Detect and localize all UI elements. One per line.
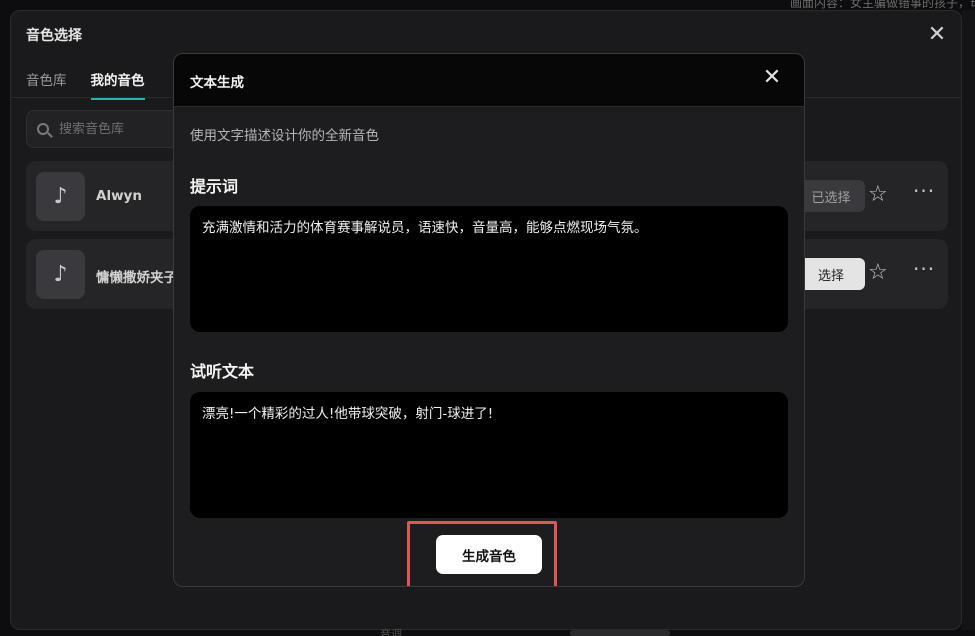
background-bar <box>570 630 670 636</box>
text-generate-dialog: 文本生成 ✕ 使用文字描述设计你的全新音色 提示词 充满激情和活力的体育赛事解说… <box>173 53 805 587</box>
search-icon <box>37 123 49 135</box>
generate-voice-button[interactable]: 生成音色 <box>436 535 542 574</box>
prompt-label: 提示词 <box>190 177 239 196</box>
more-icon[interactable]: ··· <box>913 179 935 203</box>
tab-voice-library[interactable]: 音色库 <box>26 69 67 100</box>
background-text: 音调 <box>380 628 402 636</box>
modal-title: 音色选择 <box>26 28 82 44</box>
voice-name: Alwyn <box>96 188 142 204</box>
close-icon[interactable]: ✕ <box>760 66 784 90</box>
app-root: 画面内容：女主骗做错事的孩子，母 音色选择 ✕ 音色库 我的音色 ♪ Alwyn… <box>0 0 975 636</box>
search-box <box>26 110 186 148</box>
voice-select-button[interactable]: 已选择 <box>797 180 865 212</box>
background-strip <box>962 10 975 630</box>
star-icon[interactable]: ☆ <box>868 261 888 285</box>
star-icon[interactable]: ☆ <box>868 183 888 207</box>
voice-avatar-icon: ♪ <box>36 172 85 221</box>
dialog-description: 使用文字描述设计你的全新音色 <box>190 128 379 144</box>
dialog-title: 文本生成 <box>190 75 244 91</box>
voice-name: 慵懒撒娇夹子 <box>96 270 177 286</box>
close-icon[interactable]: ✕ <box>925 23 949 47</box>
voice-avatar-icon: ♪ <box>36 250 85 299</box>
preview-text-label: 试听文本 <box>190 362 255 381</box>
dialog-header: 文本生成 ✕ <box>174 54 804 107</box>
prompt-textarea[interactable]: 充满激情和活力的体育赛事解说员，语速快，音量高，能够点燃现场气氛。 <box>190 206 788 332</box>
voice-select-button[interactable]: 选择 <box>797 258 865 290</box>
tab-bar: 音色库 我的音色 <box>26 69 145 100</box>
more-icon[interactable]: ··· <box>913 257 935 281</box>
tab-my-voices[interactable]: 我的音色 <box>90 69 145 100</box>
search-input[interactable] <box>57 120 181 138</box>
preview-textarea[interactable]: 漂亮!一个精彩的过人!他带球突破，射门-球进了! <box>190 392 788 518</box>
